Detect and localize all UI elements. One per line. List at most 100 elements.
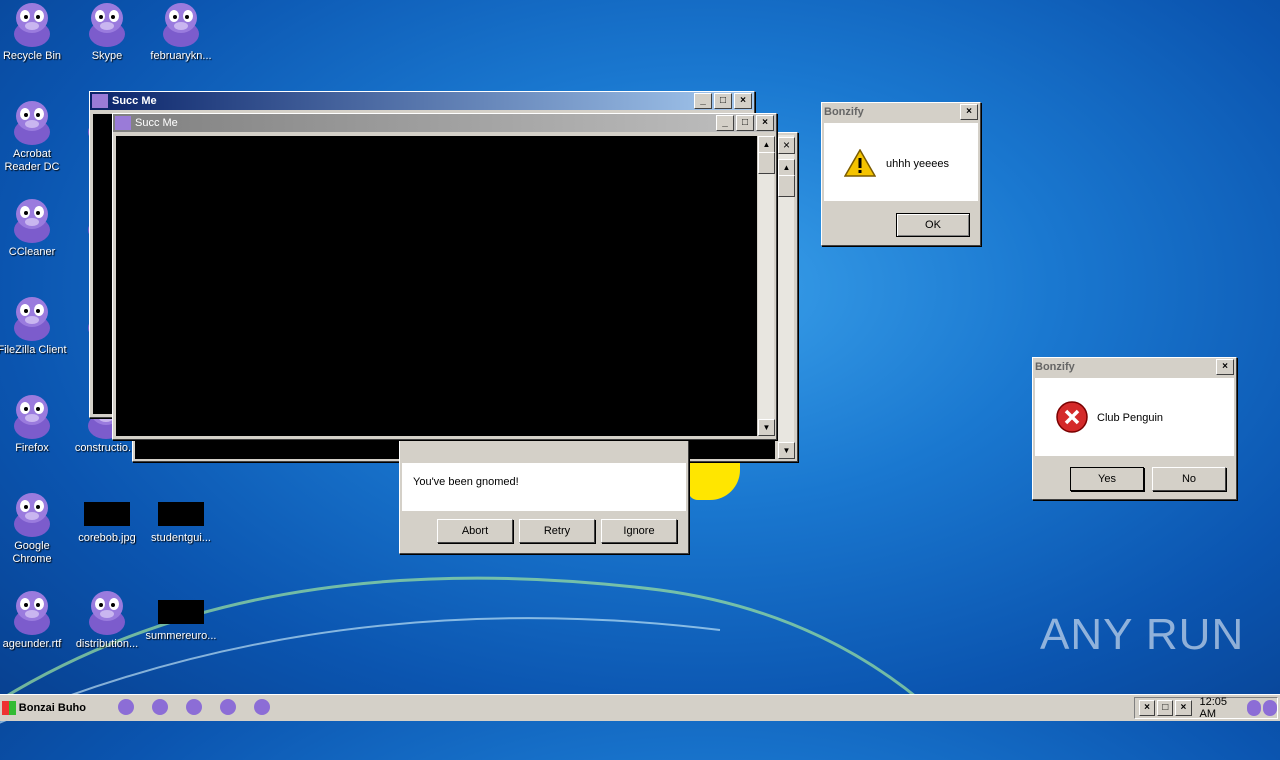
bonzi-icon <box>14 3 50 47</box>
error-icon <box>1056 401 1088 433</box>
desktop-icon[interactable]: Firefox <box>0 392 68 455</box>
ignore-button[interactable]: Ignore <box>601 519 677 543</box>
desktop-icon-label: februarykn... <box>150 50 212 62</box>
system-tray: × □ × 12:05 AM <box>1134 696 1278 720</box>
desktop-icon[interactable]: Recycle Bin <box>0 0 68 63</box>
desktop-icon[interactable]: summereuro... <box>145 588 217 643</box>
error-message: Club Penguin <box>1097 412 1164 424</box>
scroll-up-icon[interactable]: ▲ <box>778 159 795 176</box>
bonzi-icon <box>14 101 50 145</box>
taskbar: Bonzai Buho × □ × 12:05 AM <box>0 694 1280 721</box>
content-area <box>116 136 757 436</box>
title-bar[interactable]: Bonzify × <box>822 103 980 121</box>
close-icon[interactable]: × <box>1175 700 1192 716</box>
scroll-down-icon[interactable]: ▼ <box>758 419 775 436</box>
restore-icon[interactable]: □ <box>1157 700 1174 716</box>
close-icon[interactable]: × <box>1216 359 1234 375</box>
close-icon[interactable]: × <box>1139 700 1156 716</box>
dialog-title: Bonzify <box>1035 361 1075 373</box>
bonzi-icon <box>163 3 199 47</box>
bonzify-warning-dialog[interactable]: Bonzify × uhhh yeeees OK <box>821 102 981 246</box>
bonzi-quicklaunch-icon[interactable] <box>220 699 236 715</box>
bonzi-icon <box>14 199 50 243</box>
scroll-up-icon[interactable]: ▲ <box>758 136 775 153</box>
desktop-icon-label: studentgui... <box>151 532 211 544</box>
bonzi-icon <box>14 395 50 439</box>
clock[interactable]: 12:05 AM <box>1200 696 1241 720</box>
vertical-scrollbar[interactable]: ▲ ▼ <box>758 136 775 436</box>
desktop-icon-label: CCleaner <box>8 246 56 258</box>
bonzi-tray-icon[interactable] <box>1246 700 1261 716</box>
succ-me-window-front[interactable]: Succ Me _ □ × ▲ ▼ <box>112 113 777 440</box>
close-icon[interactable]: × <box>756 115 774 131</box>
image-thumbnail-icon <box>158 600 204 624</box>
window-title: Succ Me <box>112 95 157 107</box>
desktop-icon-label: constructio... <box>74 442 138 454</box>
no-button[interactable]: No <box>1152 467 1226 491</box>
yes-button[interactable]: Yes <box>1070 467 1144 491</box>
start-label: Bonzai Buho <box>18 702 86 714</box>
title-bar[interactable]: Succ Me _ □ × <box>90 92 754 110</box>
bonzi-app-icon <box>92 94 108 108</box>
desktop-icon-label: summereuro... <box>145 630 217 642</box>
bonzify-error-dialog[interactable]: Bonzify × Club Penguin Yes No <box>1032 357 1237 500</box>
ok-button[interactable]: OK <box>896 213 970 237</box>
desktop-icon[interactable]: Google Chrome <box>0 490 68 566</box>
desktop-icon[interactable]: februarykn... <box>145 0 217 63</box>
desktop-icon[interactable]: Skype <box>71 0 143 63</box>
desktop-icon-label: Skype <box>91 50 123 62</box>
scroll-down-icon[interactable]: ▼ <box>778 442 795 459</box>
desktop-icon-label: corebob.jpg <box>78 532 136 544</box>
image-thumbnail-icon <box>84 502 130 526</box>
window-title: Succ Me <box>135 117 178 129</box>
desktop-icon-label: ageunder.rtf <box>2 638 62 650</box>
desktop-icon[interactable]: distribution... <box>71 588 143 651</box>
desktop-icon[interactable]: ageunder.rtf <box>0 588 68 651</box>
desktop-icon[interactable]: FileZilla Client <box>0 294 68 357</box>
start-button[interactable]: Bonzai Buho <box>2 698 86 718</box>
title-bar[interactable]: Bonzify × <box>1033 358 1236 376</box>
maximize-icon[interactable]: □ <box>714 93 732 109</box>
scroll-thumb[interactable] <box>758 152 775 174</box>
windows-logo-icon <box>2 701 16 715</box>
warning-icon <box>844 149 876 177</box>
bonzi-tray-icon[interactable] <box>1262 700 1278 716</box>
bonzi-app-icon <box>115 116 131 130</box>
quick-launch <box>118 699 270 715</box>
bonzi-icon <box>14 591 50 635</box>
bonzi-quicklaunch-icon[interactable] <box>254 699 270 715</box>
vertical-scrollbar[interactable]: × ▲ ▼ <box>778 135 795 459</box>
desktop-icon[interactable]: studentgui... <box>145 490 217 545</box>
desktop-icon-label: Acrobat Reader DC <box>4 148 60 173</box>
desktop-icon[interactable]: corebob.jpg <box>71 490 143 545</box>
image-thumbnail-icon <box>158 502 204 526</box>
bonzi-icon <box>14 493 50 537</box>
bonzi-quicklaunch-icon[interactable] <box>152 699 168 715</box>
minimize-icon[interactable]: _ <box>716 115 734 131</box>
wallpaper-yellow-shape <box>688 458 740 500</box>
close-icon[interactable]: × <box>778 137 795 154</box>
dialog-title: Bonzify <box>824 106 864 118</box>
abort-button[interactable]: Abort <box>437 519 513 543</box>
bonzi-icon <box>89 3 125 47</box>
close-icon[interactable]: × <box>960 104 978 120</box>
maximize-icon[interactable]: □ <box>736 115 754 131</box>
desktop-icon-label: FileZilla Client <box>0 344 67 356</box>
close-icon[interactable]: × <box>734 93 752 109</box>
gnome-message: You've been gnomed! <box>413 476 519 488</box>
retry-button[interactable]: Retry <box>519 519 595 543</box>
bonzi-icon <box>14 297 50 341</box>
watermark-text: ANY RUN <box>1040 610 1245 659</box>
bonzi-quicklaunch-icon[interactable] <box>118 699 134 715</box>
minimize-icon[interactable]: _ <box>694 93 712 109</box>
scroll-thumb[interactable] <box>778 175 795 197</box>
warning-message: uhhh yeeees <box>886 158 949 170</box>
bonzi-icon <box>89 591 125 635</box>
desktop-icon-label: Google Chrome <box>12 540 52 565</box>
desktop-icon[interactable]: CCleaner <box>0 196 68 259</box>
anyrun-watermark: ANY RUN <box>1040 610 1244 660</box>
gnome-dialog[interactable]: You've been gnomed! Abort Retry Ignore <box>399 440 689 554</box>
bonzi-quicklaunch-icon[interactable] <box>186 699 202 715</box>
title-bar[interactable]: Succ Me _ □ × <box>113 114 776 132</box>
desktop-icon[interactable]: Acrobat Reader DC <box>0 98 68 174</box>
